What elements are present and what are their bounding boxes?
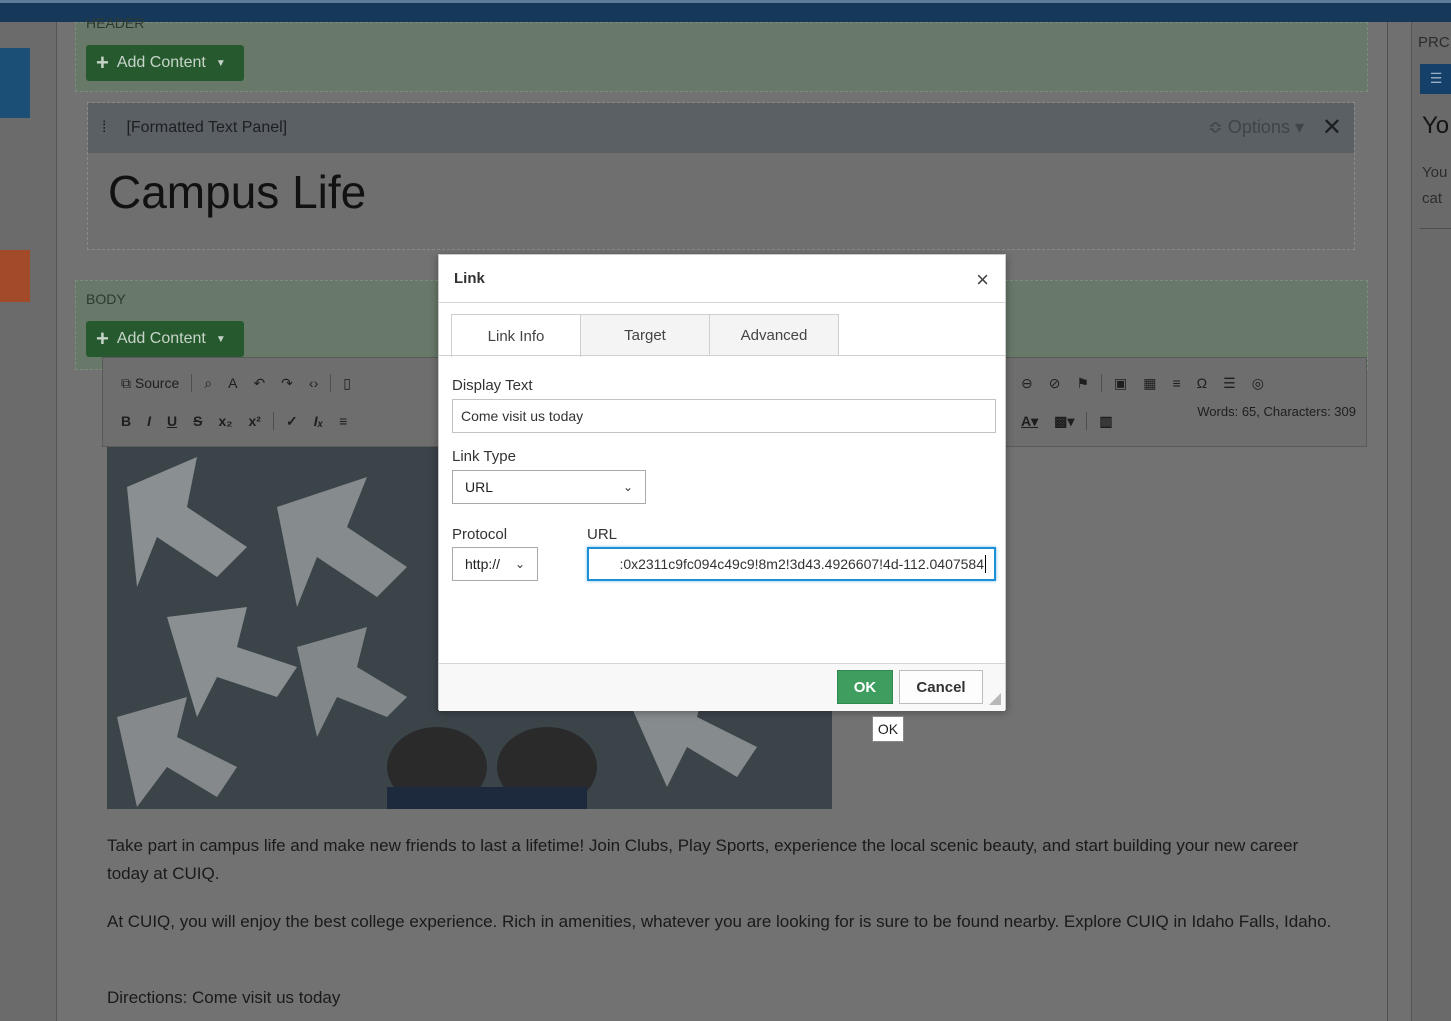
word-count: Words: 65, Characters: 309 — [1197, 404, 1356, 419]
panel-title: Campus Life — [108, 166, 367, 218]
plus-icon: + — [96, 50, 109, 75]
document-icon[interactable]: ▯ — [343, 375, 351, 392]
toolbar-row-2-right: A▾ ▩▾ ▥ — [1013, 406, 1121, 436]
header-region-label: HEADER — [86, 15, 145, 31]
undo-icon[interactable]: ↶ — [253, 375, 265, 392]
protocol-label: Protocol — [452, 526, 508, 543]
tab-link-info[interactable]: Link Info — [451, 314, 581, 357]
right-panel-divider — [1420, 228, 1451, 229]
header-add-content-button[interactable]: + Add Content ▼ — [86, 45, 244, 81]
right-panel-gutter — [1388, 22, 1412, 1021]
panel-options-label: Options — [1227, 117, 1290, 137]
strike-icon[interactable]: S — [193, 413, 202, 429]
tab-divider — [439, 355, 1005, 356]
tab-target[interactable]: Target — [580, 314, 710, 356]
text-color-icon[interactable]: A▾ — [1021, 413, 1038, 430]
right-panel-title: Yo — [1422, 112, 1450, 139]
right-panel-text: You cat — [1422, 160, 1447, 212]
display-text-label: Display Text — [452, 377, 533, 394]
panel-name: [Formatted Text Panel] — [126, 119, 288, 136]
left-rail — [0, 22, 57, 1021]
panel-options-button[interactable]: ≎ Options ▾ — [1208, 117, 1304, 138]
left-rail-blue-tab[interactable] — [0, 48, 30, 118]
chevron-down-icon: ⌄ — [514, 557, 525, 571]
plus-icon: + — [96, 326, 109, 351]
dialog-tabs: Link Info Target Advanced — [451, 314, 839, 357]
format-painter-icon[interactable]: ✓ — [286, 413, 298, 430]
link-type-label: Link Type — [452, 448, 516, 465]
panel-close-icon[interactable]: ✕ — [1322, 113, 1342, 141]
header-region: HEADER + Add Content ▼ — [75, 15, 1368, 92]
code-icon[interactable]: ‹› — [309, 375, 318, 391]
drag-handle-icon[interactable]: ⁞ — [102, 119, 106, 137]
add-content-label: Add Content — [116, 54, 206, 71]
dialog-header: Link × — [439, 255, 1005, 303]
text-cursor — [985, 555, 986, 573]
add-content-label: Add Content — [116, 330, 206, 347]
ok-button[interactable]: OK — [837, 670, 893, 704]
caret-down-icon: ▼ — [215, 57, 226, 69]
toolbar-row-2: B I U S x₂ x² ✓ Iₓ ≡ — [113, 406, 355, 436]
bg-color-icon[interactable]: ▩▾ — [1054, 413, 1074, 430]
url-field[interactable]: :0x2311c9fc094c49c9!8m2!3d43.4926607!4d-… — [587, 547, 996, 581]
link-type-select[interactable]: URL ⌄ — [452, 470, 646, 504]
align-left-icon[interactable]: ≡ — [339, 413, 347, 429]
image-icon[interactable]: ▣ — [1114, 375, 1127, 392]
formatted-text-panel: ⁞ [Formatted Text Panel] ≎ Options ▾ ✕ C… — [87, 102, 1355, 250]
url-value: :0x2311c9fc094c49c9!8m2!3d43.4926607!4d-… — [619, 556, 984, 572]
anchor-flag-icon[interactable]: ⚑ — [1076, 375, 1089, 392]
paragraph-1: Take part in campus life and make new fr… — [107, 836, 1299, 883]
bold-icon[interactable]: B — [121, 413, 131, 429]
toolbar-row-1: ⧉ Source ⌕ A ↶ ↷ ‹› ▯ — [113, 368, 359, 398]
body-add-content-button[interactable]: + Add Content ▼ — [86, 321, 244, 357]
dialog-title: Link — [454, 270, 485, 287]
right-panel-line-1: You — [1422, 164, 1448, 181]
superscript-icon[interactable]: x² — [249, 413, 261, 429]
protocol-select[interactable]: http:// ⌄ — [452, 547, 538, 581]
display-text-field[interactable]: Come visit us today — [452, 399, 996, 433]
close-icon[interactable]: × — [976, 267, 989, 293]
source-label: Source — [134, 374, 180, 391]
horizontal-line-icon[interactable]: ≡ — [1173, 375, 1181, 391]
right-properties-panel: PRC ☰ Yo You cat — [1387, 22, 1451, 1021]
tab-advanced[interactable]: Advanced — [709, 314, 839, 356]
list-icon[interactable]: ☰ — [1420, 64, 1451, 94]
caret-down-icon: ▼ — [215, 333, 226, 345]
protocol-value: http:// — [465, 556, 501, 572]
redo-icon[interactable]: ↷ — [281, 375, 293, 392]
paragraph-2: At CUIQ, you will enjoy the best college… — [107, 912, 1332, 931]
underline-icon[interactable]: U — [167, 413, 177, 429]
chevron-down-icon: ⌄ — [622, 480, 633, 494]
link-dialog: Link × Link Info Target Advanced Display… — [438, 254, 1006, 711]
list-icon[interactable]: ☰ — [1223, 375, 1236, 392]
unlink-icon[interactable]: ⊘ — [1049, 375, 1061, 392]
paragraph-3: Directions: Come visit us today — [107, 988, 341, 1007]
italic-icon[interactable]: I — [147, 413, 151, 429]
resize-handle-icon[interactable] — [989, 693, 1001, 705]
show-blocks-icon[interactable]: ▥ — [1099, 413, 1112, 430]
right-panel-line-2: cat — [1422, 190, 1443, 207]
url-label: URL — [587, 526, 618, 543]
table-icon[interactable]: ▦ — [1143, 375, 1156, 392]
ok-tooltip: OK — [872, 716, 904, 742]
globe-icon[interactable]: ◎ — [1252, 375, 1264, 392]
link-type-value: URL — [465, 479, 494, 495]
top-bar — [0, 0, 1451, 22]
left-rail-orange-tab[interactable] — [0, 250, 30, 302]
source-button[interactable]: ⧉ Source — [121, 375, 179, 392]
link-icon[interactable]: ⊖ — [1021, 375, 1033, 392]
cancel-button[interactable]: Cancel — [899, 670, 983, 704]
clear-format-icon[interactable]: Iₓ — [314, 413, 323, 429]
subscript-icon[interactable]: x₂ — [218, 413, 232, 429]
replace-icon[interactable]: A — [228, 375, 237, 391]
find-icon[interactable]: ⌕ — [204, 375, 212, 392]
panel-header-bar: ⁞ [Formatted Text Panel] — [88, 103, 1354, 153]
special-char-icon[interactable]: Ω — [1197, 375, 1207, 391]
toolbar-row-1-right: ⊖ ⊘ ⚑ ▣ ▦ ≡ Ω ☰ ◎ — [1013, 368, 1272, 398]
properties-heading: PRC — [1418, 34, 1450, 51]
body-region-label: BODY — [86, 291, 126, 307]
